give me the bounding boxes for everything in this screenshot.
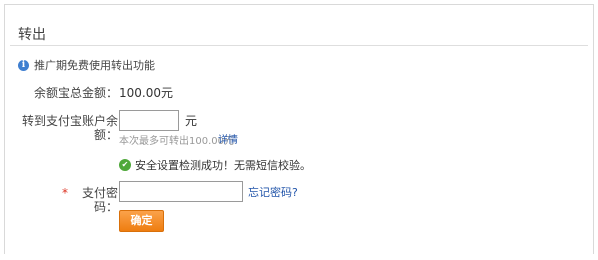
details-link[interactable]: 详情	[218, 135, 238, 147]
promo-notice: 推广期免费使用转出功能	[34, 59, 155, 72]
panel-title: 转出	[18, 27, 46, 43]
check-circle-icon: ✔	[119, 159, 131, 171]
confirm-button[interactable]: 确定	[119, 210, 164, 232]
balance-value: 100.00元	[119, 86, 173, 100]
max-transfer-hint: 本次最多可转出100.00元	[119, 136, 234, 147]
forgot-password-link[interactable]: 忘记密码?	[248, 186, 298, 199]
payment-password-input[interactable]	[119, 181, 243, 202]
amount-unit: 元	[185, 114, 198, 128]
balance-label: 余额宝总金额：	[33, 86, 118, 100]
title-divider	[10, 45, 588, 46]
info-icon: i	[18, 60, 29, 71]
required-marker: *	[62, 186, 68, 200]
security-check-message: 安全设置检测成功！无需短信校验。	[135, 159, 311, 172]
transfer-amount-label: 转到支付宝账户余额：	[21, 114, 118, 142]
transfer-amount-input[interactable]	[119, 110, 179, 131]
payment-password-label: 支付密码：	[81, 186, 118, 214]
